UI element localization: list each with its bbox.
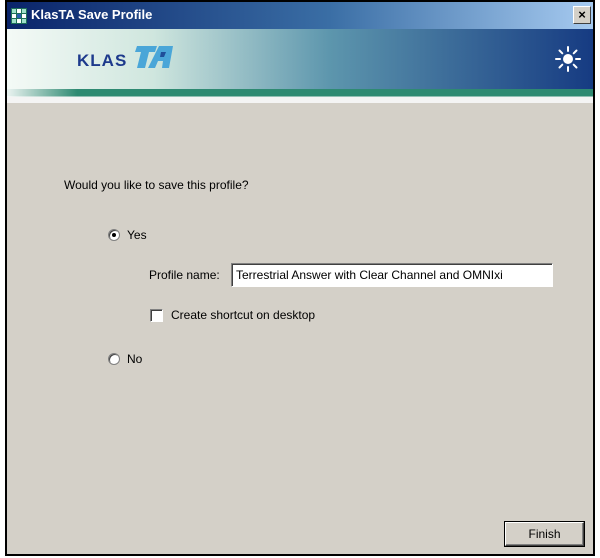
logo-ta-mark: [135, 46, 173, 68]
finish-button[interactable]: Finish: [505, 522, 584, 546]
save-profile-window: KlasTA Save Profile × KLAS Would you lik…: [5, 0, 595, 556]
no-radio[interactable]: [108, 353, 120, 365]
klasta-logo: KLAS: [77, 46, 173, 71]
header-banner: KLAS: [7, 29, 593, 89]
window-title: KlasTA Save Profile: [31, 7, 153, 22]
yes-radio[interactable]: [108, 229, 120, 241]
no-label[interactable]: No: [127, 352, 142, 366]
profile-name-label: Profile name:: [149, 268, 220, 282]
logo-text: KLAS: [77, 51, 128, 70]
shortcut-label[interactable]: Create shortcut on desktop: [171, 308, 315, 322]
shortcut-checkbox[interactable]: [150, 309, 163, 322]
close-button[interactable]: ×: [573, 6, 591, 24]
title-bar[interactable]: KlasTA Save Profile ×: [7, 2, 593, 29]
yes-label[interactable]: Yes: [127, 228, 147, 242]
save-question: Would you like to save this profile?: [64, 178, 249, 192]
profile-name-input[interactable]: [231, 263, 553, 287]
banner-stripe-fade: [7, 89, 593, 97]
sun-icon: [555, 46, 581, 72]
app-icon: [11, 8, 27, 24]
yes-radio-dot: [112, 233, 116, 237]
